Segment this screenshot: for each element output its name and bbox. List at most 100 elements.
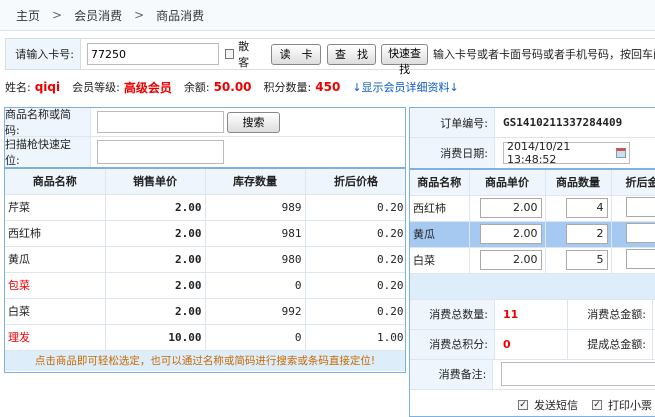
product-row[interactable]: 理发 10.00 0 1.00 — [5, 324, 406, 350]
col-discount: 折后价格 — [305, 168, 406, 194]
unit-price-input[interactable]: 2.00 — [480, 224, 542, 244]
total-qty-label: 消费总数量: — [410, 300, 495, 329]
breadcrumb: 主页> 会员消费> 商品消费 — [0, 0, 655, 31]
product-stock: 992 — [205, 298, 305, 324]
date-input[interactable]: 2014/10/21 13:48:52 — [503, 142, 630, 164]
scan-input[interactable] — [97, 140, 224, 164]
product-row[interactable]: 黄瓜 2.00 980 0.20 — [5, 246, 406, 272]
quantity-input[interactable]: 5 — [566, 250, 608, 270]
product-row[interactable]: 芹菜 2.00 989 0.20 — [5, 194, 406, 220]
order-row[interactable]: 黄瓜 2.00 2 — [410, 221, 655, 247]
search-label: 商品名称或简码: — [5, 108, 91, 136]
breadcrumb-current: 商品消费 — [156, 7, 204, 24]
order-item-name: 黄瓜 — [410, 221, 469, 247]
product-price: 2.00 — [105, 220, 205, 246]
quantity-input[interactable]: 2 — [566, 224, 608, 244]
quick-find-button[interactable]: 快速查找 — [381, 44, 428, 65]
show-details-link[interactable]: ↓显示会员详细资料↓ — [352, 79, 458, 95]
calendar-icon[interactable] — [616, 148, 626, 158]
level-label: 会员等级: — [72, 79, 120, 95]
product-name: 西红柿 — [5, 220, 105, 246]
product-price: 2.00 — [105, 298, 205, 324]
order-spacer — [410, 274, 655, 300]
walkin-checkbox[interactable] — [225, 49, 234, 59]
product-stock: 981 — [205, 220, 305, 246]
product-search-input[interactable] — [97, 111, 224, 133]
discount-amount-input[interactable] — [626, 249, 655, 269]
product-table: 商品名称 销售单价 库存数量 折后价格 芹菜 2.00 989 0.20西红柿 … — [5, 167, 406, 351]
total-points-label: 消费总积分: — [410, 330, 495, 359]
find-button[interactable]: 查 找 — [327, 44, 376, 65]
name-label: 姓名: — [5, 79, 31, 95]
card-label: 请输入卡号: — [6, 39, 81, 69]
product-discount-price: 0.20 — [305, 272, 406, 298]
product-stock: 989 — [205, 194, 305, 220]
scan-label: 扫描枪快速定位: — [5, 137, 91, 167]
product-panel: 商品名称或简码: 搜索 扫描枪快速定位: 商品名称 销售单价 库存数量 折后价格… — [4, 107, 406, 373]
product-name: 白菜 — [5, 298, 105, 324]
col-stock: 库存数量 — [205, 168, 305, 194]
balance-label: 余额: — [184, 79, 210, 95]
order-row[interactable]: 白菜 2.00 5 — [410, 247, 655, 273]
breadcrumb-home[interactable]: 主页 — [16, 7, 40, 24]
col-unit-price: 商品单价 — [469, 169, 545, 195]
send-sms-label: 发送短信 — [534, 397, 578, 413]
product-row[interactable]: 西红柿 2.00 981 0.20 — [5, 220, 406, 246]
breadcrumb-member[interactable]: 会员消费 — [74, 7, 122, 24]
order-panel: 订单编号: GS1410211337284409 消费日期: 2014/10/2… — [409, 107, 655, 417]
remark-input[interactable] — [501, 362, 655, 386]
unit-price-input[interactable]: 2.00 — [480, 250, 542, 270]
member-name: qiqi — [35, 80, 60, 94]
member-level: 高级会员 — [124, 79, 172, 96]
product-price: 2.00 — [105, 246, 205, 272]
col-price: 销售单价 — [105, 168, 205, 194]
product-row[interactable]: 白菜 2.00 992 0.20 — [5, 298, 406, 324]
product-discount-price: 1.00 — [305, 324, 406, 350]
order-row[interactable]: 西红柿 2.00 4 — [410, 195, 655, 221]
col-disc-amount: 折后金 — [611, 169, 655, 195]
chevron-right-icon: > — [134, 8, 144, 22]
member-info: 姓名: qiqi 会员等级:高级会员 余额: 50.00 积分数量:450 ↓显示会… — [5, 79, 459, 95]
product-name: 芹菜 — [5, 194, 105, 220]
order-number: GS1410211337284409 — [503, 116, 622, 129]
date-value: 2014/10/21 13:48:52 — [507, 140, 616, 166]
product-stock: 980 — [205, 246, 305, 272]
product-row[interactable]: 包菜 2.00 0 0.20 — [5, 272, 406, 298]
print-receipt-checkbox[interactable]: ✓ — [592, 400, 602, 410]
member-points: 450 — [315, 80, 340, 94]
product-price: 10.00 — [105, 324, 205, 350]
col-name: 商品名称 — [410, 169, 469, 195]
total-amount-label: 消费总金额: — [567, 300, 653, 329]
product-discount-price: 0.20 — [305, 194, 406, 220]
product-name: 理发 — [5, 324, 105, 350]
product-name: 包菜 — [5, 272, 105, 298]
walkin-label: 散客 — [238, 38, 257, 70]
total-points: 0 — [495, 338, 567, 351]
product-price: 2.00 — [105, 194, 205, 220]
read-card-button[interactable]: 读 卡 — [271, 44, 320, 65]
product-name: 黄瓜 — [5, 246, 105, 272]
points-label: 积分数量: — [264, 79, 312, 95]
unit-price-input[interactable]: 2.00 — [480, 198, 542, 218]
col-qty: 商品数量 — [545, 169, 611, 195]
card-number-input[interactable] — [87, 43, 219, 65]
product-discount-price: 0.20 — [305, 246, 406, 272]
product-stock: 0 — [205, 272, 305, 298]
order-item-name: 西红柿 — [410, 195, 469, 221]
search-button[interactable]: 搜索 — [227, 112, 280, 133]
quantity-input[interactable]: 4 — [566, 198, 608, 218]
member-balance: 50.00 — [214, 80, 252, 94]
card-hint: 输入卡号或者卡面号码或者手机号码，按回车阅 — [433, 46, 655, 62]
order-no-label: 订单编号: — [410, 108, 495, 137]
tip-text: 点击商品即可轻松选定，也可以通过名称或简码进行搜索或条码直接定位! — [5, 351, 405, 371]
discount-amount-input[interactable] — [626, 197, 655, 217]
product-stock: 0 — [205, 324, 305, 350]
col-name: 商品名称 — [5, 168, 105, 194]
product-price: 2.00 — [105, 272, 205, 298]
product-discount-price: 0.20 — [305, 298, 406, 324]
send-sms-checkbox[interactable]: ✓ — [518, 400, 528, 410]
card-bar: 请输入卡号: 散客 读 卡 查 找 快速查找 输入卡号或者卡面号码或者手机号码，… — [5, 38, 655, 70]
discount-amount-input[interactable] — [626, 223, 655, 243]
order-table: 商品名称 商品单价 商品数量 折后金 西红柿 2.00 4 黄瓜 2.00 2 … — [410, 168, 655, 274]
product-discount-price: 0.20 — [305, 220, 406, 246]
